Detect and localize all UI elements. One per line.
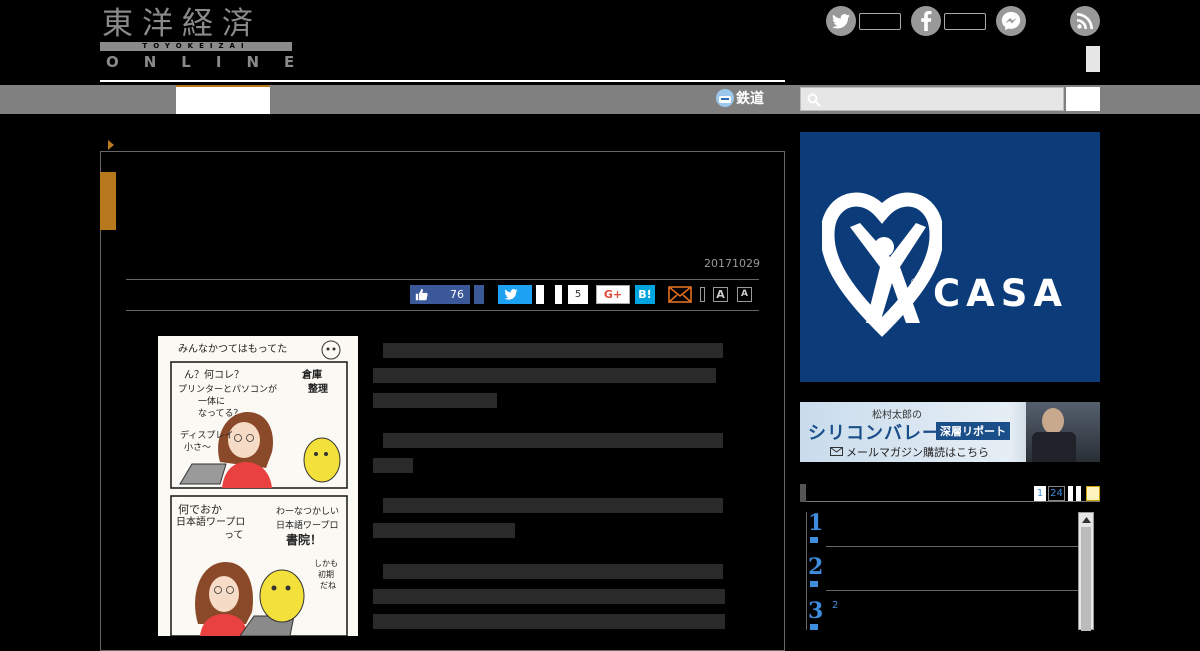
comic-text: 整理 bbox=[308, 384, 328, 395]
ranking-scrollbar[interactable] bbox=[1078, 512, 1094, 631]
ranking-list bbox=[806, 512, 1100, 630]
hatena-bookmark-button[interactable]: B! bbox=[635, 285, 655, 304]
casa-heart-logo-icon bbox=[822, 192, 942, 337]
comic-text: って bbox=[224, 530, 244, 541]
ranking-divider bbox=[826, 590, 1078, 591]
facebook-share-button[interactable] bbox=[474, 285, 484, 304]
nav-tab-active[interactable] bbox=[176, 85, 270, 114]
thumbs-up-icon bbox=[415, 288, 428, 301]
comic-text: 書院！ bbox=[286, 533, 323, 547]
comic-text: 日本語ワープロ bbox=[276, 521, 339, 531]
sv-badge: 深層リポート bbox=[936, 422, 1010, 440]
facebook-count-box bbox=[944, 13, 986, 30]
ranking-header-rule bbox=[806, 501, 1100, 502]
comic-text: だね bbox=[320, 581, 336, 590]
logo-online: ONLINE bbox=[106, 53, 320, 71]
logo-kanji: 東洋経済 bbox=[102, 6, 262, 42]
facebook-like-button[interactable]: 76 bbox=[410, 285, 470, 304]
comic-text: 小さ〜 bbox=[184, 443, 212, 453]
comic-text: 一体に bbox=[198, 397, 226, 407]
ranking-tab-highlighted[interactable] bbox=[1086, 486, 1100, 501]
article-body bbox=[373, 343, 725, 629]
tweet-count-bubble bbox=[536, 285, 544, 304]
print-button[interactable] bbox=[700, 287, 705, 302]
comic-text: 何でおか bbox=[178, 503, 222, 516]
mail-icon[interactable] bbox=[668, 286, 692, 303]
registered-icon: ® bbox=[910, 278, 919, 288]
search-button[interactable] bbox=[1066, 87, 1100, 111]
casa-ad-banner[interactable]: CASA ® bbox=[800, 132, 1100, 382]
silicon-valley-newsletter-banner[interactable]: 松村太郎の シリコンバレー 深層リポート メールマガジン購読はこちら bbox=[800, 402, 1100, 462]
comic-text: 日本語ワープロ bbox=[176, 517, 246, 528]
header-divider bbox=[100, 80, 785, 82]
mail-icon bbox=[830, 447, 843, 456]
ranking-divider bbox=[826, 546, 1078, 547]
ranking-unit-mark bbox=[810, 581, 818, 587]
font-size-small-button[interactable]: A bbox=[737, 287, 752, 302]
ranking-unit-mark bbox=[810, 537, 818, 543]
rss-icon[interactable] bbox=[1070, 6, 1100, 36]
like-count: 76 bbox=[450, 288, 464, 301]
article-comic-image: みんなかつてはもってた ん？何コレ？ プリンターとパソコンが 一体に なってる？… bbox=[158, 336, 358, 636]
twitter-bird-icon bbox=[504, 289, 518, 300]
share-top-rule bbox=[126, 279, 759, 280]
logo-band: TOYOKEIZAI bbox=[100, 42, 292, 51]
comic-caption: みんなかつてはもってた bbox=[178, 344, 288, 355]
ranking-unit-mark bbox=[810, 624, 818, 630]
messenger-icon[interactable] bbox=[996, 6, 1026, 36]
train-icon bbox=[716, 89, 734, 107]
sv-title: シリコンバレー bbox=[808, 423, 941, 444]
ranking-header-mark bbox=[800, 484, 806, 502]
font-size-large-button[interactable]: A bbox=[713, 287, 728, 302]
article-date: 20171029 bbox=[704, 257, 760, 270]
scroll-up-icon bbox=[1082, 517, 1091, 523]
ranking-sub: 2 bbox=[832, 600, 839, 611]
ranking-tab[interactable] bbox=[1068, 486, 1073, 501]
comic-text: プリンターとパソコンが bbox=[178, 385, 278, 395]
header-utility-box[interactable] bbox=[1086, 46, 1100, 72]
comic-text: 倉庫 bbox=[302, 370, 322, 381]
nav-item-rail-label: 鉄道 bbox=[736, 91, 764, 107]
ranking-number: 1 bbox=[808, 510, 824, 536]
comic-text: ん？何コレ？ bbox=[184, 370, 244, 381]
ranking-tab[interactable] bbox=[1076, 486, 1081, 501]
retweet-count: 5 bbox=[568, 285, 588, 304]
share-bottom-rule bbox=[126, 310, 759, 311]
comic-text: なってる？ bbox=[198, 409, 243, 419]
google-plus-button[interactable]: G+ bbox=[596, 285, 630, 304]
sv-mail-link: メールマガジン購読はこちら bbox=[846, 446, 989, 459]
ranking-number: 3 bbox=[808, 598, 824, 624]
casa-wordmark: CASA bbox=[933, 272, 1069, 315]
search-input[interactable] bbox=[800, 87, 1064, 111]
ranking-tab-24[interactable]: 24 bbox=[1048, 486, 1065, 501]
twitter-icon[interactable] bbox=[826, 6, 856, 36]
site-logo[interactable]: 東洋経済 TOYOKEIZAI ONLINE bbox=[100, 6, 294, 72]
title-accent-bar bbox=[100, 172, 116, 230]
tweet-button[interactable] bbox=[498, 285, 532, 304]
count-bubble-small bbox=[555, 285, 562, 304]
ranking-number: 2 bbox=[808, 554, 824, 580]
comic-text: わーなつかしい bbox=[276, 507, 340, 517]
twitter-count-box bbox=[859, 13, 901, 30]
search-icon bbox=[807, 93, 821, 107]
comic-text: ディスプレイ bbox=[180, 431, 234, 441]
ranking-tab-1[interactable]: 1 bbox=[1034, 486, 1046, 501]
facebook-icon[interactable] bbox=[911, 6, 941, 36]
